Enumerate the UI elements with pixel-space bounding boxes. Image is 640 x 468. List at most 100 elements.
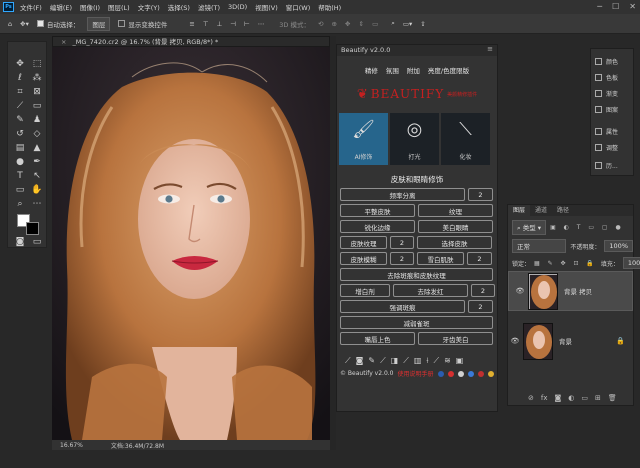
fill-icon[interactable]: ◨ [391, 356, 399, 366]
blur-icon[interactable]: ▲ [30, 141, 44, 154]
smooth-skin-button[interactable]: 平整皮肤 [340, 204, 415, 217]
magic-wand-icon[interactable]: ⁂ [30, 71, 44, 84]
close-tab-icon[interactable]: × [61, 38, 66, 46]
snow-white-skin-count[interactable]: 2 [467, 252, 492, 265]
sharpen-edges-button[interactable]: 锐化边缘 [340, 220, 415, 233]
menu-select[interactable]: 选择(S) [168, 2, 190, 12]
skin-blur-count[interactable]: 2 [390, 252, 414, 265]
visibility-eye-icon[interactable]: 👁 [508, 337, 522, 345]
tab-retouch[interactable]: 精修 [365, 65, 378, 75]
whiten-eyes-button[interactable]: 美白眼睛 [418, 220, 493, 233]
hand-icon[interactable]: ✋ [30, 183, 44, 196]
search-icon[interactable]: ⌕ [391, 19, 395, 28]
dock-color[interactable]: 颜色 [595, 57, 618, 66]
marquee-icon[interactable]: ⬚ [30, 57, 44, 70]
skin-texture-button[interactable]: 皮肤纹理 [340, 236, 387, 249]
minimize-icon[interactable]: ─ [597, 2, 602, 11]
manual-link[interactable]: 使用说明手册 [398, 369, 434, 378]
blue-dot-icon[interactable] [437, 370, 444, 377]
remove-redness-count[interactable]: 2 [471, 284, 495, 297]
teeth-whiten-button[interactable]: 牙齿美白 [418, 332, 493, 345]
mode-lighting[interactable]: ◎ 打光 [390, 113, 439, 165]
auto-select-checkbox[interactable] [36, 20, 44, 27]
menu-3d[interactable]: 3D(D) [228, 3, 247, 11]
layer-row-background[interactable]: 👁 背景 🔒 [508, 321, 633, 361]
emphasize-blemish-button[interactable]: 强调斑痕 [340, 300, 465, 313]
lip-color-button[interactable]: 嘴唇上色 [340, 332, 415, 345]
photoshop-logo[interactable]: Ps [3, 2, 14, 12]
show-transform-toggle[interactable]: 显示变换控件 [118, 19, 167, 29]
zoom-icon[interactable]: ⌕ [13, 197, 27, 210]
emphasize-blemish-count[interactable]: 2 [468, 300, 493, 313]
document-canvas[interactable] [52, 47, 330, 440]
pen-small-icon[interactable]: ✎ [368, 356, 375, 366]
globe-icon[interactable] [467, 370, 474, 377]
dock-adjustments[interactable]: 调整 [595, 143, 618, 152]
move-tool-icon[interactable]: ✥▾ [20, 20, 29, 28]
brush-small-icon[interactable]: ⟋ [345, 356, 351, 366]
new-layer-icon[interactable]: ⊞ [595, 394, 601, 402]
mask-icon[interactable]: ◙ [356, 356, 364, 366]
dock-patterns[interactable]: 图案 [595, 105, 618, 114]
tab-paths[interactable]: 路径 [552, 205, 574, 216]
dock-gradients[interactable]: 渐变 [595, 89, 618, 98]
screen-mode-icon[interactable]: ▭ [30, 235, 44, 248]
share-icon[interactable]: ⇪ [420, 20, 425, 28]
reduce-freckles-button[interactable]: 减弱雀斑 [340, 316, 493, 329]
menu-layer[interactable]: 图层(L) [108, 2, 130, 12]
skin-texture-count[interactable]: 2 [390, 236, 414, 249]
home-icon[interactable]: ⌂ [8, 20, 12, 28]
brush-tool-icon[interactable]: ✎ [13, 113, 27, 126]
zoom-level[interactable]: 16.67% [60, 442, 83, 449]
menu-image[interactable]: 图像(I) [80, 2, 100, 12]
menu-filter[interactable]: 滤镜(T) [198, 2, 220, 12]
layer-row-copy[interactable]: 👁 背景 拷贝 [508, 271, 633, 311]
align-icons[interactable]: ≡ ⊤ ⊥ ⊣ ⊢ ⋯ [189, 20, 267, 28]
auto-select-toggle[interactable]: 自动选择： [36, 19, 79, 29]
group-icon[interactable]: ▭ [581, 394, 588, 402]
menu-window[interactable]: 窗口(W) [286, 2, 311, 12]
panel-menu-icon[interactable]: ≡ [487, 45, 493, 53]
wave-icon[interactable]: ≋ [444, 356, 451, 366]
red-dot-icon[interactable] [447, 370, 454, 377]
kind-filter-dropdown[interactable]: ⌕ 类型 ▾ [512, 220, 547, 235]
tab-layers[interactable]: 图层 [508, 205, 531, 216]
mode-makeup[interactable]: ⟍ 化妆 [441, 113, 490, 165]
remove-redness-button[interactable]: 去除发红 [393, 284, 468, 297]
spot-heal-icon[interactable]: ▭ [30, 99, 44, 112]
stamp-icon[interactable]: ♟ [30, 113, 44, 126]
picker-icon[interactable]: ⟊ [426, 356, 428, 366]
square-icon[interactable]: ▣ [456, 356, 464, 366]
show-transform-checkbox[interactable] [118, 20, 126, 27]
menu-type[interactable]: 文字(Y) [138, 2, 160, 12]
fill-field[interactable]: 100% [622, 257, 640, 269]
workspace-icon[interactable]: ▭▾ [403, 20, 412, 28]
tab-extra[interactable]: 附加 [407, 65, 420, 75]
snow-white-skin-button[interactable]: 雪白肌肤 [417, 252, 464, 265]
dropper-icon[interactable]: ⟋ [433, 356, 439, 366]
pen-icon[interactable]: ✒ [30, 155, 44, 168]
pencil-icon[interactable]: ⟋ [380, 356, 386, 366]
fx-icon[interactable]: fx [541, 394, 548, 402]
move-icon[interactable]: ✥ [13, 57, 27, 70]
doc-size[interactable]: 文档:36.4M/72.8M [111, 441, 164, 450]
white-dot-icon[interactable] [457, 370, 464, 377]
type-icon[interactable]: T [13, 169, 27, 182]
dock-properties[interactable]: 属性 [595, 127, 618, 136]
3d-mode-icons[interactable]: ⟲ ⊕ ✥ ⇕ ▭ [318, 20, 381, 28]
tab-luminosity-masks[interactable]: 亮度/色度限版 [428, 65, 469, 75]
path-select-icon[interactable]: ↖ [30, 169, 44, 182]
eraser-icon[interactable]: ◇ [30, 127, 44, 140]
history-brush-icon[interactable]: ↺ [13, 127, 27, 140]
lock-icon[interactable]: 🔒 [616, 337, 625, 345]
menu-view[interactable]: 视图(V) [255, 2, 278, 12]
auto-select-dropdown[interactable]: 图层 [87, 16, 111, 31]
add-mask-icon[interactable]: ◙ [554, 394, 561, 402]
frequency-separation-button[interactable]: 频率分离 [340, 188, 465, 201]
background-color-swatch[interactable] [26, 222, 39, 235]
eraser-small-icon[interactable]: ⟋ [403, 356, 409, 366]
menu-file[interactable]: 文件(F) [20, 2, 42, 12]
dock-swatches[interactable]: 色板 [595, 73, 618, 82]
delete-layer-icon[interactable]: 🗑 [608, 394, 617, 402]
mode-ai-retouch[interactable]: 🖌 AI修饰 [339, 113, 388, 165]
